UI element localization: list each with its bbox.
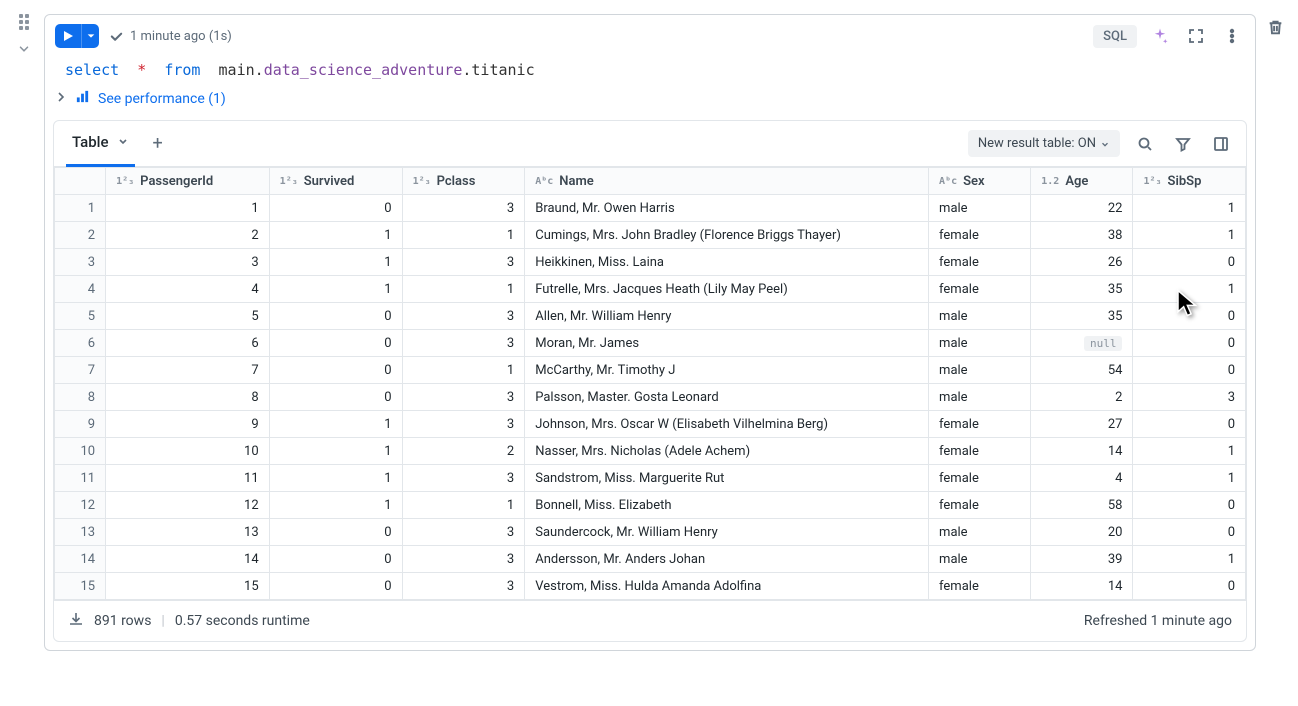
- table-row[interactable]: 131303Saundercock, Mr. William Henrymale…: [55, 519, 1246, 546]
- column-header[interactable]: 1.2Age: [1031, 168, 1133, 195]
- row-count: 891 rows: [94, 613, 151, 629]
- panel-toggle-icon[interactable]: [1208, 131, 1234, 157]
- result-table-toggle[interactable]: New result table: ON: [968, 130, 1120, 157]
- see-performance-link[interactable]: See performance (1): [45, 89, 1255, 120]
- ai-assist-icon[interactable]: [1147, 23, 1173, 49]
- table-row[interactable]: 2211Cumings, Mrs. John Bradley (Florence…: [55, 222, 1246, 249]
- table-row[interactable]: 141403Andersson, Mr. Anders Johanmale391: [55, 546, 1246, 573]
- column-header[interactable]: 1²₃PassengerId: [106, 168, 270, 195]
- results-panel: Table + New result table: ON: [53, 120, 1247, 642]
- column-header[interactable]: 1²₃SibSp: [1133, 168, 1246, 195]
- refreshed-text: Refreshed 1 minute ago: [1084, 613, 1232, 629]
- run-dropdown[interactable]: [81, 24, 99, 48]
- code-editor[interactable]: select * from main.data_science_adventur…: [45, 57, 1255, 89]
- status-text: 1 minute ago (1s): [130, 29, 232, 44]
- column-header[interactable]: AᵇcName: [525, 168, 929, 195]
- results-tabs: Table + New result table: ON: [54, 121, 1246, 167]
- kebab-menu-icon[interactable]: [1219, 23, 1245, 49]
- table-row[interactable]: 121211Bonnell, Miss. Elizabethfemale580: [55, 492, 1246, 519]
- results-footer: 891 rows | 0.57 seconds runtime Refreshe…: [54, 600, 1246, 641]
- performance-label: See performance (1): [98, 91, 226, 107]
- delete-cell-icon[interactable]: [1262, 14, 1288, 40]
- table-row[interactable]: 6603Moran, Mr. Jamesmalenull0: [55, 330, 1246, 357]
- column-header[interactable]: AᵇcSex: [929, 168, 1031, 195]
- table-row[interactable]: 4411Futrelle, Mrs. Jacques Heath (Lily M…: [55, 276, 1246, 303]
- chevron-down-icon[interactable]: [117, 133, 129, 151]
- table-row[interactable]: 3313Heikkinen, Miss. Lainafemale260: [55, 249, 1246, 276]
- download-icon[interactable]: [68, 611, 84, 631]
- run-status: 1 minute ago (1s): [109, 29, 232, 44]
- results-table[interactable]: 1²₃PassengerId1²₃Survived1²₃PclassAᵇcNam…: [54, 167, 1246, 600]
- table-row[interactable]: 101012Nasser, Mrs. Nicholas (Adele Achem…: [55, 438, 1246, 465]
- column-header[interactable]: 1²₃Pclass: [402, 168, 525, 195]
- run-button[interactable]: [55, 24, 99, 48]
- table-row[interactable]: 111113Sandstrom, Miss. Marguerite Rutfem…: [55, 465, 1246, 492]
- language-badge[interactable]: SQL: [1093, 25, 1137, 48]
- chevron-right-icon: [55, 91, 67, 107]
- chevron-down-icon[interactable]: [17, 42, 31, 60]
- sql-cell: 1 minute ago (1s) SQL select * from main…: [44, 14, 1256, 651]
- table-row[interactable]: 9913Johnson, Mrs. Oscar W (Elisabeth Vil…: [55, 411, 1246, 438]
- drag-handle-icon[interactable]: [19, 14, 29, 30]
- runtime-text: 0.57 seconds runtime: [175, 613, 310, 629]
- add-tab-button[interactable]: +: [147, 133, 169, 154]
- cell-toolbar: 1 minute ago (1s) SQL: [45, 15, 1255, 57]
- fullscreen-icon[interactable]: [1183, 23, 1209, 49]
- table-row[interactable]: 151503Vestrom, Miss. Hulda Amanda Adolfi…: [55, 573, 1246, 600]
- tab-table[interactable]: Table: [66, 121, 135, 167]
- play-icon: [55, 24, 81, 48]
- table-row[interactable]: 7701McCarthy, Mr. Timothy Jmale540: [55, 357, 1246, 384]
- search-icon[interactable]: [1132, 131, 1158, 157]
- table-row[interactable]: 8803Palsson, Master. Gosta Leonardmale23: [55, 384, 1246, 411]
- table-row[interactable]: 5503Allen, Mr. William Henrymale350: [55, 303, 1246, 330]
- filter-icon[interactable]: [1170, 131, 1196, 157]
- column-header[interactable]: 1²₃Survived: [269, 168, 402, 195]
- table-row[interactable]: 1103Braund, Mr. Owen Harrismale221: [55, 195, 1246, 222]
- bar-chart-icon: [75, 89, 90, 108]
